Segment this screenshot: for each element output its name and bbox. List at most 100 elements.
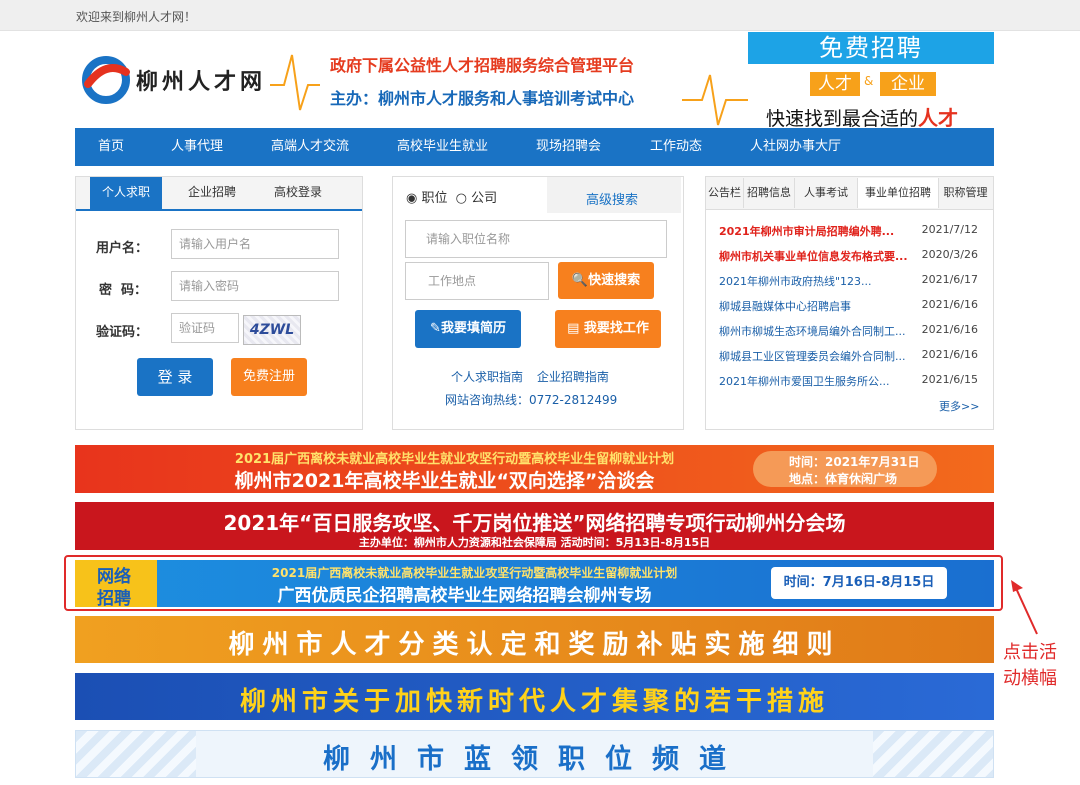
pulse-line-icon-right bbox=[682, 74, 748, 126]
nav-item-graduate-employment[interactable]: 高校毕业生就业 bbox=[397, 128, 488, 166]
nav-item-high-end-talent[interactable]: 高端人才交流 bbox=[271, 128, 349, 166]
password-label: 密 码： bbox=[99, 283, 148, 298]
site-logo[interactable]: 柳州人才网 bbox=[80, 54, 270, 104]
news-item-date: 2021/6/15 bbox=[921, 373, 978, 386]
news-item-date: 2021/7/12 bbox=[921, 223, 978, 236]
tab-recruit-info[interactable]: 招聘信息 bbox=[744, 178, 795, 208]
nav-item-onsite-fair[interactable]: 现场招聘会 bbox=[536, 128, 601, 166]
banner2-title: 2021年“百日服务攻坚、千万岗位推送”网络招聘专项行动柳州分会场 bbox=[223, 511, 846, 535]
banner-talent-gathering-measures[interactable]: 柳州市关于加快新时代人才集聚的若干措施 bbox=[75, 673, 994, 720]
username-input[interactable]: 请输入用户名 bbox=[171, 229, 339, 259]
news-item[interactable]: 柳城县工业区管理委员会编外合同制... 2021/6/16 bbox=[719, 348, 984, 364]
news-item[interactable]: 2021年柳州市审计局招聘编外聘... 2021/7/12 bbox=[719, 223, 984, 239]
tab-personal[interactable]: 个人求职 bbox=[90, 177, 162, 209]
tab-company[interactable]: 企业招聘 bbox=[176, 177, 248, 209]
highlight-box bbox=[64, 555, 1003, 611]
platform-slogan: 政府下属公益性人才招聘服务综合管理平台 bbox=[330, 56, 635, 75]
news-item-title: 2021年柳州市审计局招聘编外聘... bbox=[719, 225, 895, 238]
tab-university[interactable]: 高校登录 bbox=[262, 177, 334, 209]
document-icon: ▤ bbox=[567, 321, 580, 336]
news-item-title: 柳城县工业区管理委员会编外合同制... bbox=[719, 350, 906, 363]
hotline-text: 网站咨询热线：0772-2812499 bbox=[445, 393, 618, 407]
banner1-info-pill: 时间：2021年7月31日 地点：体育休闲广场 bbox=[753, 451, 937, 487]
arrow-icon bbox=[1011, 580, 1038, 635]
ad-tagline-highlight: 人才 bbox=[918, 106, 959, 130]
banner4-title: 柳州市人才分类认定和奖励补贴实施细则 bbox=[228, 630, 841, 660]
banner-blue-collar-channel[interactable]: 柳州市蓝领职位频道 bbox=[75, 730, 994, 778]
find-job-button[interactable]: ▤ 我要找工作 bbox=[555, 310, 661, 348]
ad-tagline-text: 快速找到最合适的 bbox=[766, 108, 919, 130]
banner-job-fair[interactable]: 2021届广西离校未就业高校毕业生就业攻坚行动暨高校毕业生留柳就业计划 柳州市2… bbox=[75, 445, 994, 493]
news-more-link[interactable]: 更多>> bbox=[939, 398, 979, 414]
top-welcome-bar: 欢迎来到柳州人才网！ bbox=[0, 0, 1080, 31]
company-guide-link[interactable]: 企业招聘指南 bbox=[537, 370, 609, 384]
login-panel: 个人求职 企业招聘 高校登录 bbox=[75, 176, 363, 430]
quick-search-label: 快速搜索 bbox=[588, 273, 641, 288]
banner6-title: 柳州市蓝领职位频道 bbox=[323, 744, 746, 775]
banner-online-recruitment-action[interactable]: 2021年“百日服务攻坚、千万岗位推送”网络招聘专项行动柳州分会场 主办单位：柳… bbox=[75, 502, 994, 550]
annotation-label: 点击活动横幅 bbox=[1003, 642, 1057, 689]
username-label: 用户名： bbox=[96, 241, 149, 256]
tab-title-management[interactable]: 职称管理 bbox=[939, 178, 992, 208]
news-item[interactable]: 柳城县融媒体中心招聘启事 2021/6/16 bbox=[719, 298, 984, 314]
radio-company-label: 公司 bbox=[471, 191, 498, 206]
quick-search-button[interactable]: 🔍快速搜索 bbox=[558, 262, 654, 299]
ad-tag-talent: 人才 bbox=[810, 72, 860, 96]
work-location-input[interactable]: 工作地点 bbox=[405, 262, 549, 300]
advanced-search-link[interactable]: 高级搜索 bbox=[586, 189, 638, 208]
logo-swirl-icon bbox=[82, 56, 130, 104]
search-icon: 🔍 bbox=[571, 273, 589, 288]
captcha-label: 验证码： bbox=[96, 325, 149, 340]
radio-company[interactable]: ○ 公司 bbox=[456, 191, 498, 206]
news-item-date: 2021/6/16 bbox=[921, 348, 978, 361]
nav-item-work-news[interactable]: 工作动态 bbox=[650, 128, 702, 166]
guide-links: 个人求职指南 企业招聘指南 bbox=[451, 368, 609, 385]
banner-talent-classification[interactable]: 柳州市人才分类认定和奖励补贴实施细则 bbox=[75, 616, 994, 663]
tab-institution-recruit[interactable]: 事业单位招聘 bbox=[858, 178, 939, 208]
news-item-title: 2021年柳州市政府热线"123... bbox=[719, 275, 872, 288]
news-item-date: 2021/6/16 bbox=[921, 298, 978, 311]
organizer-slogan: 主办：柳州市人才服务和人事培训考试中心 bbox=[330, 89, 635, 108]
ad-tagline: 快速找到最合适的人才 bbox=[766, 102, 958, 131]
search-type-radios: ◉ 职位 ○ 公司 bbox=[406, 187, 497, 206]
personal-guide-link[interactable]: 个人求职指南 bbox=[451, 370, 523, 384]
captcha-image[interactable]: 4ZWL bbox=[243, 315, 301, 345]
job-name-input[interactable]: 请输入职位名称 bbox=[405, 220, 667, 258]
news-item-date: 2021/6/17 bbox=[921, 273, 978, 286]
pulse-line-icon bbox=[270, 54, 320, 111]
news-item[interactable]: 2021年柳州市爱国卫生服务所公... 2021/6/15 bbox=[719, 373, 984, 389]
news-item-date: 2020/3/26 bbox=[921, 248, 978, 261]
news-item[interactable]: 2021年柳州市政府热线"123... 2021/6/17 bbox=[719, 273, 984, 289]
news-item[interactable]: 柳州市机关事业单位信息发布格式要... 2020/3/26 bbox=[719, 248, 984, 264]
find-job-label: 我要找工作 bbox=[583, 321, 649, 336]
news-item-title: 柳州市柳城生态环境局编外合同制工... bbox=[719, 325, 906, 338]
banner2-subtitle: 主办单位：柳州市人力资源和社会保障局 活动时间：5月13日-8月15日 bbox=[358, 536, 711, 549]
ad-amp: & bbox=[864, 74, 874, 88]
tab-notice[interactable]: 公告栏 bbox=[706, 178, 744, 208]
news-item-title: 2021年柳州市爱国卫生服务所公... bbox=[719, 375, 890, 388]
banner1-place: 地点：体育休闲广场 bbox=[789, 472, 898, 486]
radio-job-label: 职位 bbox=[421, 191, 448, 206]
fill-resume-label: 我要填简历 bbox=[440, 321, 506, 336]
captcha-input[interactable]: 验证码 bbox=[171, 313, 239, 343]
nav-item-home[interactable]: 首页 bbox=[98, 128, 124, 166]
ad-tag-company: 企业 bbox=[880, 72, 936, 96]
password-input[interactable]: 请输入密码 bbox=[171, 271, 339, 301]
news-item[interactable]: 柳州市柳城生态环境局编外合同制工... 2021/6/16 bbox=[719, 323, 984, 339]
main-nav: 首页 人事代理 高端人才交流 高校毕业生就业 现场招聘会 工作动态 人社网办事大… bbox=[75, 128, 994, 166]
logo-text: 柳州人才网 bbox=[136, 69, 267, 95]
news-item-title: 柳城县融媒体中心招聘启事 bbox=[719, 300, 851, 313]
pencil-icon: ✎ bbox=[430, 321, 441, 336]
register-button[interactable]: 免费注册 bbox=[231, 358, 307, 396]
tab-personnel-exam[interactable]: 人事考试 bbox=[795, 178, 858, 208]
welcome-text: 欢迎来到柳州人才网！ bbox=[76, 10, 197, 24]
banner1-time: 时间：2021年7月31日 bbox=[789, 455, 920, 469]
news-item-title: 柳州市机关事业单位信息发布格式要... bbox=[719, 250, 908, 263]
free-recruit-ad-title[interactable]: 免费招聘 bbox=[748, 32, 994, 64]
nav-item-personnel-agency[interactable]: 人事代理 bbox=[171, 128, 223, 166]
login-tabs: 个人求职 企业招聘 高校登录 bbox=[76, 177, 362, 211]
login-button[interactable]: 登 录 bbox=[137, 358, 213, 396]
fill-resume-button[interactable]: ✎我要填简历 bbox=[415, 310, 521, 348]
radio-job[interactable]: ◉ 职位 bbox=[406, 191, 448, 206]
nav-item-service-hall[interactable]: 人社网办事大厅 bbox=[750, 128, 841, 166]
